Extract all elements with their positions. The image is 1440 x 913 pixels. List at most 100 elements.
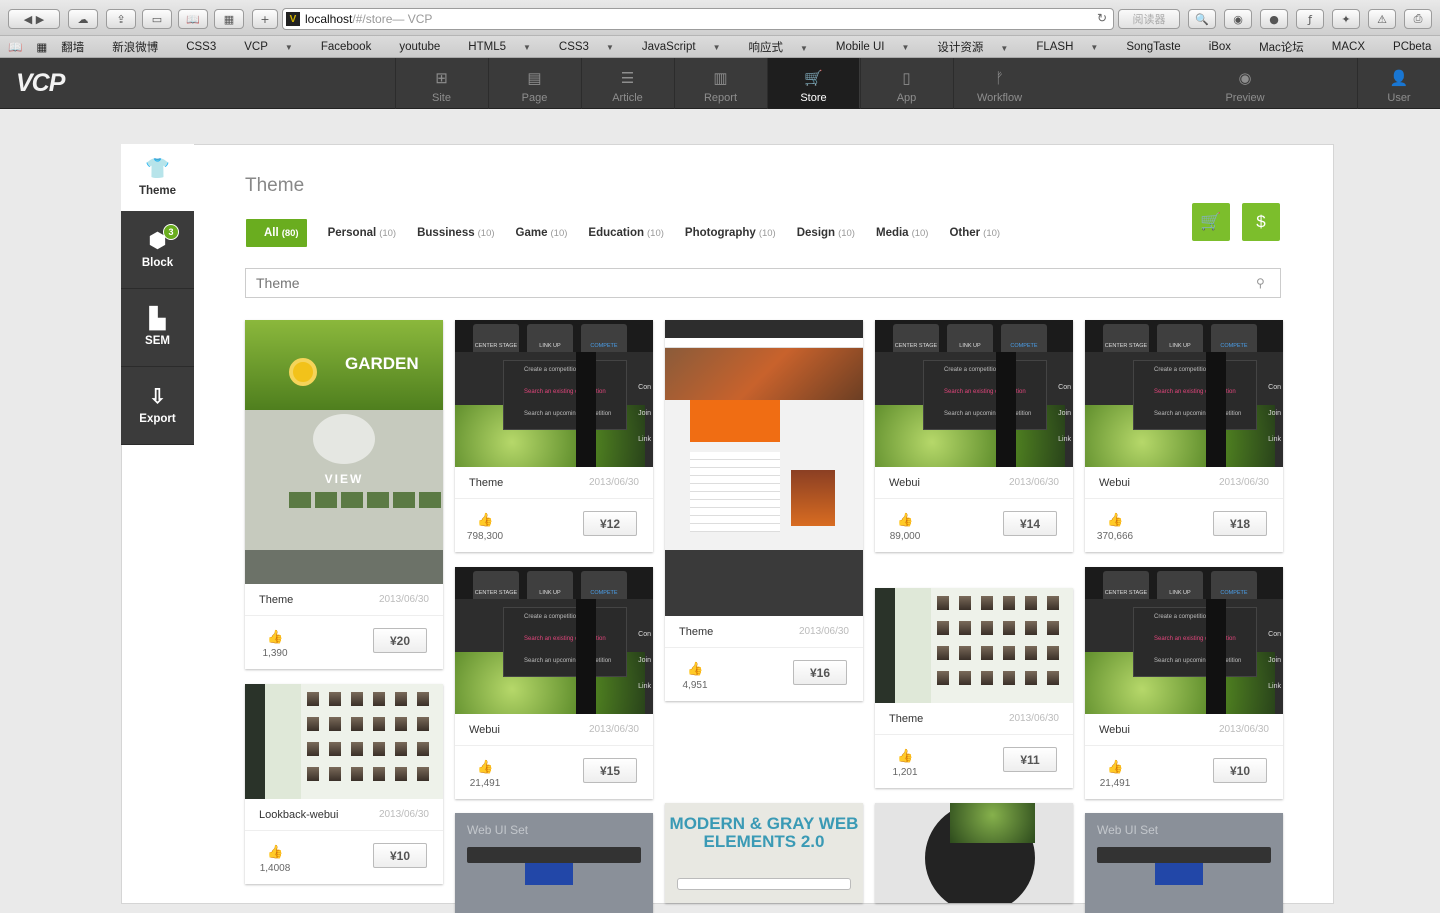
search-icon[interactable]: ⚲	[1256, 276, 1265, 290]
bookmark-item[interactable]: SongTaste	[1126, 41, 1194, 53]
function-icon[interactable]: ƒ	[1296, 9, 1324, 29]
price-button[interactable]: ¥10	[1213, 758, 1267, 783]
bookmark-item[interactable]: FLASH ▼	[1036, 41, 1112, 53]
bookmarks-grid-icon[interactable]: ▦	[36, 40, 47, 54]
bookmark-item[interactable]: Mobile UI ▼	[836, 41, 924, 53]
card-name[interactable]: Webui	[1099, 724, 1130, 736]
card-name[interactable]: Webui	[889, 477, 920, 489]
nav-item-app[interactable]: ▯ App	[860, 58, 952, 109]
price-button[interactable]: ¥18	[1213, 511, 1267, 536]
filter-all[interactable]: All (80)	[246, 219, 307, 247]
bookmark-item[interactable]: Facebook	[321, 41, 386, 53]
adblock-icon[interactable]: ⚠	[1368, 9, 1396, 29]
theme-card[interactable]: Lookback-webui 2013/06/30 👍 1,4008 ¥10	[245, 684, 443, 884]
bookmark-item[interactable]: CSS3 ▼	[559, 41, 628, 53]
bookmarks-book-icon[interactable]: 📖	[8, 40, 22, 54]
thumbs-up-icon[interactable]: 👍	[267, 844, 283, 860]
reader-button[interactable]: 阅读器	[1118, 9, 1180, 29]
nav-item-article[interactable]: ☰ Article	[581, 58, 673, 109]
share-icon[interactable]: ⇪	[106, 9, 136, 29]
card-name[interactable]: Theme	[469, 477, 503, 489]
theme-card[interactable]: MODERN & GRAY WEB ELEMENTS 2.0	[665, 803, 863, 903]
bookmark-item[interactable]: 响应式 ▼	[748, 39, 821, 55]
theme-card[interactable]: CENTER STAGE LINK UP COMPETE Create a compe…	[455, 320, 653, 552]
sidebar-item-export[interactable]: ⇩ Export	[121, 367, 194, 445]
price-button[interactable]: ¥12	[583, 511, 637, 536]
address-bar[interactable]: V localhost/#/store — VCP ↻	[282, 8, 1114, 30]
sidebar-icon[interactable]: ▭	[142, 9, 172, 29]
sidebar-item-sem[interactable]: ▙ SEM	[121, 289, 194, 367]
thumbs-up-icon[interactable]: 👍	[267, 629, 283, 645]
nav-item-workflow[interactable]: ᚠ Workflow	[953, 58, 1045, 109]
print-icon[interactable]: ⎙	[1404, 9, 1432, 29]
bookmark-item[interactable]: 设计资源 ▼	[937, 39, 1022, 55]
card-name[interactable]: Webui	[1099, 477, 1130, 489]
tools-icon[interactable]: ✦	[1332, 9, 1360, 29]
theme-card[interactable]: Web UI Set	[1085, 813, 1283, 913]
bookmark-item[interactable]: Mac论坛	[1259, 39, 1318, 55]
nav-item-site[interactable]: ⊞ Site	[395, 58, 487, 109]
bookmark-item[interactable]: 新浪微博	[112, 39, 172, 55]
new-tab-icon[interactable]: +	[252, 9, 278, 29]
price-button[interactable]: ¥20	[373, 628, 427, 653]
thumbs-up-icon[interactable]: 👍	[1107, 512, 1123, 528]
card-name[interactable]: Theme	[889, 713, 923, 725]
theme-card[interactable]: GARDEN VIEW Theme 2013/06/30 👍 1,390 ¥20	[245, 320, 443, 669]
preview-button[interactable]: ◉ Preview	[1150, 58, 1340, 109]
sidebar-item-theme[interactable]: 👕 Theme	[121, 144, 194, 211]
theme-card[interactable]: CENTER STAGE LINK UP COMPETE Create a compe…	[1085, 567, 1283, 799]
reading-list-icon[interactable]: 📖	[178, 9, 208, 29]
theme-card[interactable]: Theme 2013/06/30 👍 4,951 ¥16	[665, 320, 863, 701]
filter-photography[interactable]: Photography (10)	[685, 227, 776, 239]
bookmark-item[interactable]: VCP ▼	[244, 41, 307, 53]
vcp-logo[interactable]: VCP	[16, 69, 65, 98]
price-button[interactable]: ¥16	[793, 660, 847, 685]
theme-card[interactable]	[875, 803, 1073, 903]
filter-design[interactable]: Design (10)	[797, 227, 855, 239]
icloud-icon[interactable]: ☁	[68, 9, 98, 29]
filter-personal[interactable]: Personal (10)	[328, 227, 396, 239]
theme-card[interactable]: CENTER STAGE LINK UP COMPETE Create a compe…	[455, 567, 653, 799]
thumbs-up-icon[interactable]: 👍	[687, 661, 703, 677]
bookmark-item[interactable]: 翻墙	[61, 39, 98, 55]
thumbs-up-icon[interactable]: 👍	[1107, 759, 1123, 775]
card-name[interactable]: Theme	[259, 594, 293, 606]
filter-media[interactable]: Media (10)	[876, 227, 929, 239]
cart-button[interactable]: 🛒	[1192, 203, 1230, 241]
bookmark-item[interactable]: HTML5 ▼	[468, 41, 545, 53]
theme-card[interactable]: CENTER STAGE LINK UP COMPETE Create a compe…	[1085, 320, 1283, 552]
nav-item-page[interactable]: ▤ Page	[488, 58, 580, 109]
filter-game[interactable]: Game (10)	[516, 227, 568, 239]
price-button[interactable]: ¥11	[1003, 747, 1057, 772]
card-name[interactable]: Theme	[679, 626, 713, 638]
record-icon[interactable]: ●	[1260, 9, 1288, 29]
price-button[interactable]: ¥10	[373, 843, 427, 868]
view-eye-icon[interactable]	[313, 414, 375, 464]
price-button[interactable]: ¥15	[583, 758, 637, 783]
thumbs-up-icon[interactable]: 👍	[897, 512, 913, 528]
user-button[interactable]: 👤 User	[1357, 58, 1440, 109]
extension-icon[interactable]: ◉	[1224, 9, 1252, 29]
nav-item-report[interactable]: ▥ Report	[674, 58, 766, 109]
filter-education[interactable]: Education (10)	[588, 227, 664, 239]
bookmark-item[interactable]: PCbeta	[1393, 41, 1440, 53]
theme-card[interactable]: Web UI Set	[455, 813, 653, 913]
bookmark-item[interactable]: MACX	[1332, 41, 1379, 53]
thumbs-up-icon[interactable]: 👍	[477, 759, 493, 775]
bookmark-item[interactable]: JavaScript ▼	[642, 41, 735, 53]
card-name[interactable]: Webui	[469, 724, 500, 736]
theme-card[interactable]: Theme 2013/06/30 👍 1,201 ¥11	[875, 588, 1073, 788]
nav-item-store[interactable]: 🛒 Store	[767, 58, 859, 109]
purchases-button[interactable]: $	[1242, 203, 1280, 241]
bookmark-item[interactable]: CSS3	[186, 41, 230, 53]
top-sites-icon[interactable]: ▦	[214, 9, 244, 29]
price-button[interactable]: ¥14	[1003, 511, 1057, 536]
theme-card[interactable]: CENTER STAGE LINK UP COMPETE Create a compe…	[875, 320, 1073, 552]
bookmark-item[interactable]: youtube	[399, 41, 454, 53]
back-forward-buttons[interactable]: ◀ ▶	[8, 9, 60, 29]
thumbs-up-icon[interactable]: 👍	[897, 748, 913, 764]
sidebar-item-block[interactable]: ⬢ Block 3	[121, 211, 194, 289]
filter-bussiness[interactable]: Bussiness (10)	[417, 227, 494, 239]
bookmark-item[interactable]: iBox	[1209, 41, 1245, 53]
filter-other[interactable]: Other (10)	[949, 227, 1000, 239]
